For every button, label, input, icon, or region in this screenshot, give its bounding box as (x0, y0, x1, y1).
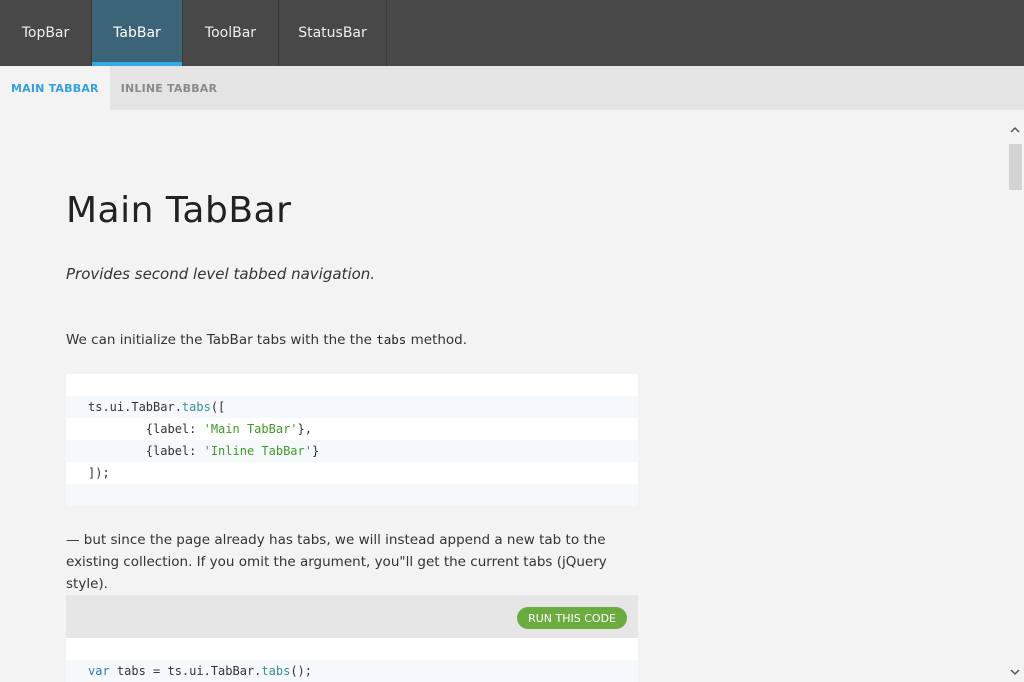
inline-code-tabs: tabs (376, 332, 407, 347)
intro-text-pre: We can initialize the TabBar tabs with t… (66, 332, 377, 348)
vertical-scrollbar[interactable] (1006, 120, 1024, 682)
page-lead: Provides second level tabbed navigation. (66, 265, 376, 283)
code-line: ]); (88, 466, 110, 480)
run-code-button[interactable]: RUN THIS CODE (517, 607, 627, 629)
code-block-header: RUN THIS CODE (66, 595, 638, 638)
code-line-empty (66, 484, 638, 506)
append-paragraph: — but since the page already has tabs, w… (66, 532, 607, 592)
top-navigation: TopBar TabBar ToolBar StatusBar (0, 0, 1024, 66)
code-block-init: ts.ui.TabBar.tabs([ {label: 'Main TabBar… (66, 374, 638, 506)
scrollbar-thumb[interactable] (1009, 144, 1022, 190)
tab-main-tabbar[interactable]: MAIN TABBAR (0, 66, 110, 110)
tab-inline-tabbar[interactable]: INLINE TABBAR (110, 66, 228, 110)
code-line: var tabs = ts.ui.TabBar.tabs(); (66, 660, 638, 682)
chevron-up-icon[interactable] (1009, 124, 1021, 136)
code-block-tabs: var tabs = ts.ui.TabBar.tabs(); (66, 638, 638, 682)
code-line: {label: 'Inline TabBar'} (66, 440, 638, 462)
code-line: {label: 'Main TabBar'}, (88, 422, 312, 436)
tab-topbar[interactable]: TopBar (0, 0, 92, 66)
tab-statusbar[interactable]: StatusBar (279, 0, 387, 66)
code-line: ts.ui.TabBar.tabs([ (66, 396, 638, 418)
main-content: Main TabBar Provides second level tabbed… (66, 110, 996, 682)
intro-paragraph: We can initialize the TabBar tabs with t… (66, 332, 467, 348)
tab-tabbar[interactable]: TabBar (92, 0, 183, 66)
tab-toolbar[interactable]: ToolBar (183, 0, 279, 66)
intro-text-post: method. (406, 332, 468, 348)
page-title: Main TabBar (66, 190, 292, 231)
chevron-down-icon[interactable] (1009, 666, 1021, 678)
secondary-tabbar: MAIN TABBAR INLINE TABBAR (0, 66, 1024, 110)
